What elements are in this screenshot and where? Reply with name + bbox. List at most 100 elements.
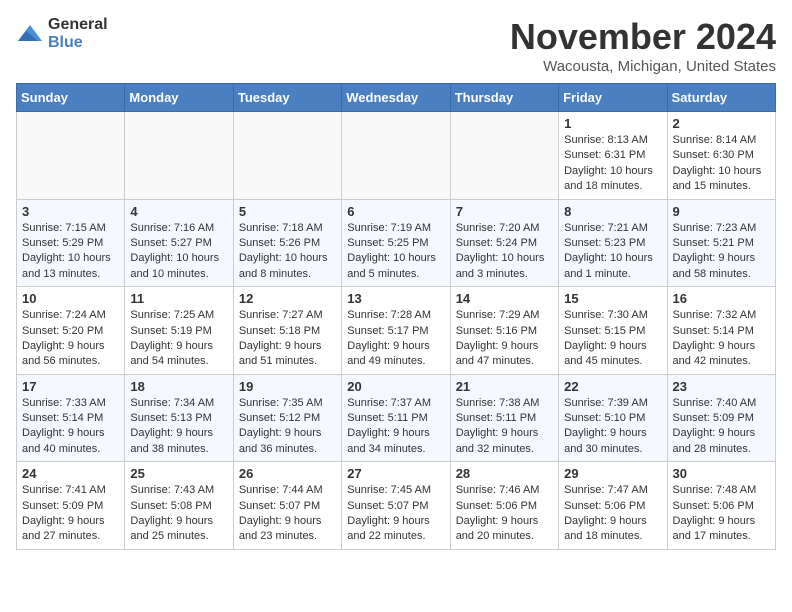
day-info: Sunrise: 7:40 AM Sunset: 5:09 PM Dayligh… (673, 396, 770, 458)
calendar-cell: 10Sunrise: 7:24 AM Sunset: 5:20 PM Dayli… (17, 287, 125, 375)
calendar-cell: 12 Sunrise: 7:27 AM Sunset: 5:18 PM Dayli… (233, 287, 341, 375)
day-number: 21 (456, 379, 553, 394)
day-info: Sunrise: 7:28 AM Sunset: 5:17 PM Dayligh… (347, 308, 444, 370)
location: Wacousta, Michigan, United States (510, 58, 776, 75)
calendar-cell: 22 Sunrise: 7:39 AM Sunset: 5:10 PM Dayli… (559, 374, 667, 462)
day-info: Sunrise: 7:48 AM Sunset: 5:06 PM Dayligh… (673, 483, 770, 545)
calendar-cell: 16 Sunrise: 7:32 AM Sunset: 5:14 PM Dayli… (667, 287, 775, 375)
calendar-cell: 6Sunrise: 7:19 AM Sunset: 5:25 PM Daylig… (342, 199, 450, 287)
day-number: 27 (347, 466, 444, 481)
calendar-cell: 4 Sunrise: 7:16 AM Sunset: 5:27 PM Daylig… (125, 199, 233, 287)
day-number: 11 (130, 291, 227, 306)
day-number: 14 (456, 291, 553, 306)
weekday-header-saturday: Saturday (667, 84, 775, 112)
calendar-cell: 28 Sunrise: 7:46 AM Sunset: 5:06 PM Dayli… (450, 462, 558, 550)
day-info: Sunrise: 7:33 AM Sunset: 5:14 PM Dayligh… (22, 396, 119, 458)
day-info: Sunrise: 7:41 AM Sunset: 5:09 PM Dayligh… (22, 483, 119, 545)
day-info: Sunrise: 7:18 AM Sunset: 5:26 PM Dayligh… (239, 221, 336, 283)
day-info: Sunrise: 7:34 AM Sunset: 5:13 PM Dayligh… (130, 396, 227, 458)
logo-blue: Blue (48, 34, 83, 51)
calendar-cell: 15Sunrise: 7:30 AM Sunset: 5:15 PM Dayli… (559, 287, 667, 375)
calendar-row-3: 17 Sunrise: 7:33 AM Sunset: 5:14 PM Dayli… (17, 374, 776, 462)
day-number: 20 (347, 379, 444, 394)
day-number: 6 (347, 204, 444, 219)
weekday-header-thursday: Thursday (450, 84, 558, 112)
day-number: 9 (673, 204, 770, 219)
calendar-cell: 19 Sunrise: 7:35 AM Sunset: 5:12 PM Dayli… (233, 374, 341, 462)
day-number: 16 (673, 291, 770, 306)
day-info: Sunrise: 7:32 AM Sunset: 5:14 PM Dayligh… (673, 308, 770, 370)
day-number: 19 (239, 379, 336, 394)
calendar-cell: 14 Sunrise: 7:29 AM Sunset: 5:16 PM Dayli… (450, 287, 558, 375)
logo-icon (16, 23, 44, 45)
day-info: Sunrise: 8:14 AM Sunset: 6:30 PM Dayligh… (673, 133, 770, 195)
calendar-cell: 29 Sunrise: 7:47 AM Sunset: 5:06 PM Dayli… (559, 462, 667, 550)
day-info: Sunrise: 7:46 AM Sunset: 5:06 PM Dayligh… (456, 483, 553, 545)
day-number: 18 (130, 379, 227, 394)
calendar-cell: 21Sunrise: 7:38 AM Sunset: 5:11 PM Dayli… (450, 374, 558, 462)
day-number: 23 (673, 379, 770, 394)
day-number: 29 (564, 466, 661, 481)
weekday-header-tuesday: Tuesday (233, 84, 341, 112)
calendar-cell: 25 Sunrise: 7:43 AM Sunset: 5:08 PM Dayli… (125, 462, 233, 550)
page-header: General Blue November 2024 Wacousta, Mic… (16, 16, 776, 75)
weekday-header-wednesday: Wednesday (342, 84, 450, 112)
day-number: 13 (347, 291, 444, 306)
calendar-row-0: 1 Sunrise: 8:13 AM Sunset: 6:31 PM Daylig… (17, 112, 776, 200)
calendar-cell: 30 Sunrise: 7:48 AM Sunset: 5:06 PM Dayli… (667, 462, 775, 550)
calendar-cell: 17 Sunrise: 7:33 AM Sunset: 5:14 PM Dayli… (17, 374, 125, 462)
day-info: Sunrise: 7:16 AM Sunset: 5:27 PM Dayligh… (130, 221, 227, 283)
day-info: Sunrise: 7:24 AM Sunset: 5:20 PM Dayligh… (22, 308, 119, 370)
calendar-cell: 24Sunrise: 7:41 AM Sunset: 5:09 PM Dayli… (17, 462, 125, 550)
calendar-cell: 3 Sunrise: 7:15 AM Sunset: 5:29 PM Daylig… (17, 199, 125, 287)
day-info: Sunrise: 7:21 AM Sunset: 5:23 PM Dayligh… (564, 221, 661, 283)
day-number: 3 (22, 204, 119, 219)
calendar-cell (17, 112, 125, 200)
calendar-cell (233, 112, 341, 200)
weekday-header-monday: Monday (125, 84, 233, 112)
calendar-cell: 26 Sunrise: 7:44 AM Sunset: 5:07 PM Dayli… (233, 462, 341, 550)
calendar-cell: 23 Sunrise: 7:40 AM Sunset: 5:09 PM Dayli… (667, 374, 775, 462)
calendar-row-2: 10Sunrise: 7:24 AM Sunset: 5:20 PM Dayli… (17, 287, 776, 375)
day-number: 26 (239, 466, 336, 481)
calendar-cell: 20 Sunrise: 7:37 AM Sunset: 5:11 PM Dayli… (342, 374, 450, 462)
calendar-cell: 8Sunrise: 7:21 AM Sunset: 5:23 PM Daylig… (559, 199, 667, 287)
day-number: 22 (564, 379, 661, 394)
day-info: Sunrise: 7:15 AM Sunset: 5:29 PM Dayligh… (22, 221, 119, 283)
calendar-cell (342, 112, 450, 200)
title-section: November 2024 Wacousta, Michigan, United… (510, 16, 776, 75)
weekday-header-row: SundayMondayTuesdayWednesdayThursdayFrid… (17, 84, 776, 112)
day-info: Sunrise: 8:13 AM Sunset: 6:31 PM Dayligh… (564, 133, 661, 195)
day-number: 17 (22, 379, 119, 394)
day-number: 1 (564, 116, 661, 131)
day-number: 2 (673, 116, 770, 131)
day-number: 4 (130, 204, 227, 219)
day-info: Sunrise: 7:44 AM Sunset: 5:07 PM Dayligh… (239, 483, 336, 545)
day-info: Sunrise: 7:30 AM Sunset: 5:15 PM Dayligh… (564, 308, 661, 370)
day-info: Sunrise: 7:39 AM Sunset: 5:10 PM Dayligh… (564, 396, 661, 458)
day-info: Sunrise: 7:25 AM Sunset: 5:19 PM Dayligh… (130, 308, 227, 370)
calendar-table: SundayMondayTuesdayWednesdayThursdayFrid… (16, 83, 776, 550)
day-info: Sunrise: 7:35 AM Sunset: 5:12 PM Dayligh… (239, 396, 336, 458)
calendar-cell (450, 112, 558, 200)
logo-general: General (48, 16, 108, 33)
day-number: 25 (130, 466, 227, 481)
calendar-cell: 18 Sunrise: 7:34 AM Sunset: 5:13 PM Dayli… (125, 374, 233, 462)
day-info: Sunrise: 7:29 AM Sunset: 5:16 PM Dayligh… (456, 308, 553, 370)
weekday-header-sunday: Sunday (17, 84, 125, 112)
calendar-cell: 11 Sunrise: 7:25 AM Sunset: 5:19 PM Dayli… (125, 287, 233, 375)
day-info: Sunrise: 7:23 AM Sunset: 5:21 PM Dayligh… (673, 221, 770, 283)
day-number: 7 (456, 204, 553, 219)
day-number: 28 (456, 466, 553, 481)
day-info: Sunrise: 7:45 AM Sunset: 5:07 PM Dayligh… (347, 483, 444, 545)
logo: General Blue (16, 16, 108, 52)
calendar-cell: 9 Sunrise: 7:23 AM Sunset: 5:21 PM Daylig… (667, 199, 775, 287)
calendar-cell: 2 Sunrise: 8:14 AM Sunset: 6:30 PM Daylig… (667, 112, 775, 200)
calendar-cell: 13 Sunrise: 7:28 AM Sunset: 5:17 PM Dayli… (342, 287, 450, 375)
day-info: Sunrise: 7:37 AM Sunset: 5:11 PM Dayligh… (347, 396, 444, 458)
day-info: Sunrise: 7:27 AM Sunset: 5:18 PM Dayligh… (239, 308, 336, 370)
day-info: Sunrise: 7:47 AM Sunset: 5:06 PM Dayligh… (564, 483, 661, 545)
day-info: Sunrise: 7:43 AM Sunset: 5:08 PM Dayligh… (130, 483, 227, 545)
day-number: 12 (239, 291, 336, 306)
day-number: 30 (673, 466, 770, 481)
